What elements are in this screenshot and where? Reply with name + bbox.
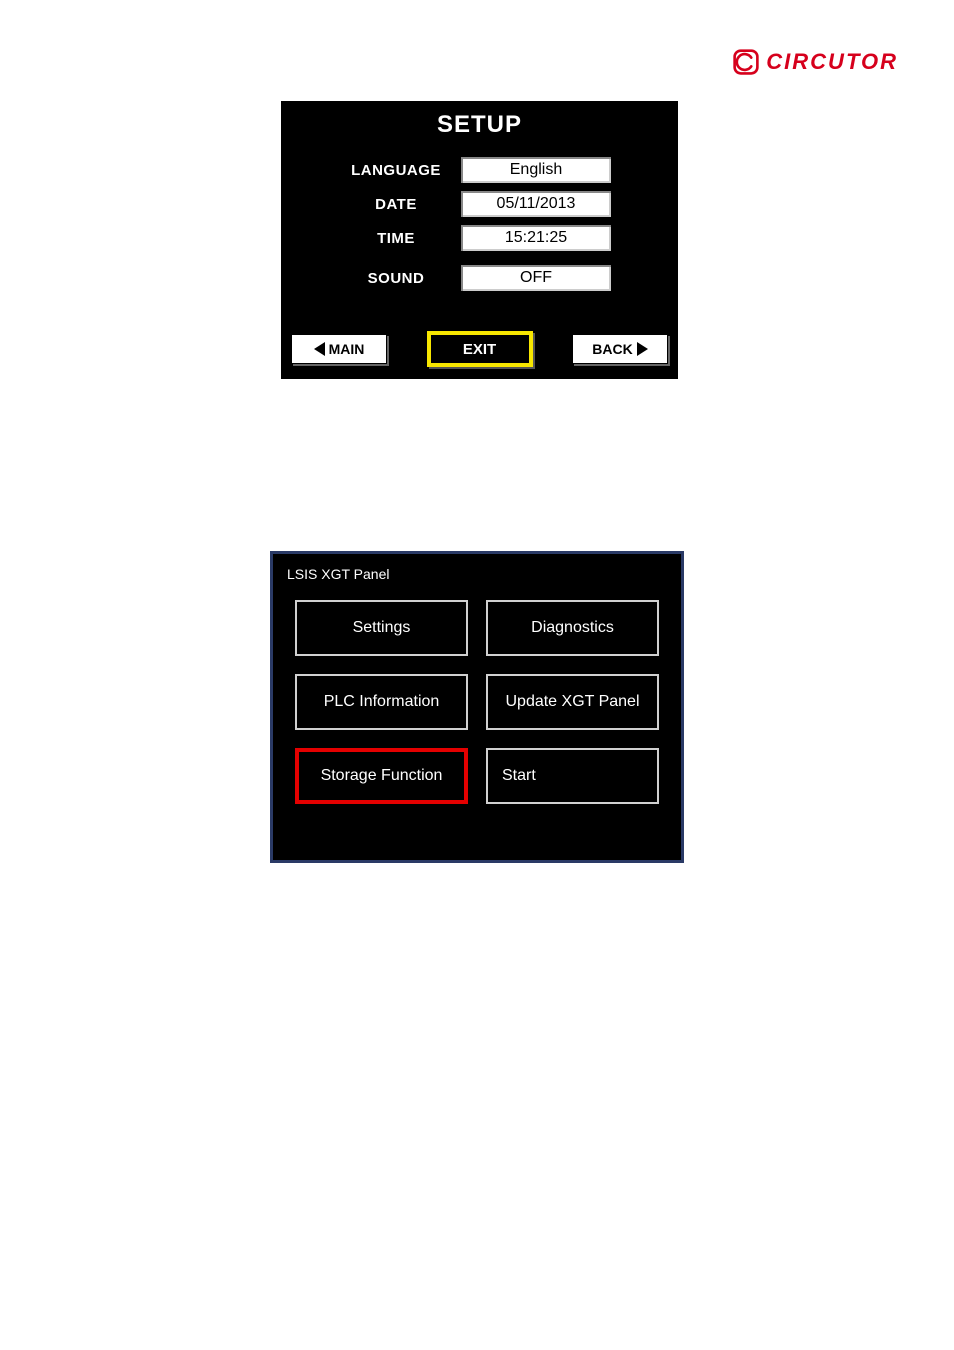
setup-row-time: TIME 15:21:25 <box>281 221 678 255</box>
start-button[interactable]: Start <box>486 748 659 804</box>
diagnostics-button-label: Diagnostics <box>531 619 614 637</box>
back-button[interactable]: BACK <box>572 334 668 364</box>
exit-button[interactable]: EXIT <box>427 331 533 367</box>
sound-label: SOUND <box>331 270 461 287</box>
language-label: LANGUAGE <box>331 162 461 179</box>
sound-value[interactable]: OFF <box>461 265 611 291</box>
time-label: TIME <box>331 230 461 247</box>
setup-panel: SETUP LANGUAGE English DATE 05/11/2013 T… <box>281 101 678 379</box>
settings-button-label: Settings <box>353 619 411 637</box>
storage-function-button[interactable]: Storage Function <box>295 748 468 804</box>
settings-button[interactable]: Settings <box>295 600 468 656</box>
brand-logo: CIRCUTOR <box>732 48 898 76</box>
update-xgt-panel-button-label: Update XGT Panel <box>505 693 639 711</box>
xgt-panel: LSIS XGT Panel Settings Diagnostics PLC … <box>270 551 684 863</box>
start-button-label: Start <box>502 767 536 785</box>
diagnostics-button[interactable]: Diagnostics <box>486 600 659 656</box>
setup-row-date: DATE 05/11/2013 <box>281 187 678 221</box>
plc-information-button-label: PLC Information <box>324 693 440 711</box>
plc-information-button[interactable]: PLC Information <box>295 674 468 730</box>
date-value[interactable]: 05/11/2013 <box>461 191 611 217</box>
back-button-label: BACK <box>592 341 632 357</box>
setup-title: SETUP <box>281 111 678 139</box>
update-xgt-panel-button[interactable]: Update XGT Panel <box>486 674 659 730</box>
brand-text: CIRCUTOR <box>766 49 898 75</box>
xgt-title: LSIS XGT Panel <box>273 554 681 600</box>
xgt-grid: Settings Diagnostics PLC Information Upd… <box>273 600 681 804</box>
storage-function-button-label: Storage Function <box>321 767 443 785</box>
date-label: DATE <box>331 196 461 213</box>
main-button-label: MAIN <box>329 341 365 357</box>
setup-buttons: MAIN EXIT BACK <box>291 331 668 367</box>
arrow-right-icon <box>637 342 648 356</box>
brand-icon <box>732 48 760 76</box>
setup-row-sound: SOUND OFF <box>281 261 678 295</box>
time-value[interactable]: 15:21:25 <box>461 225 611 251</box>
main-button[interactable]: MAIN <box>291 334 387 364</box>
arrow-left-icon <box>314 342 325 356</box>
language-value[interactable]: English <box>461 157 611 183</box>
setup-row-language: LANGUAGE English <box>281 153 678 187</box>
exit-button-label: EXIT <box>463 341 496 358</box>
